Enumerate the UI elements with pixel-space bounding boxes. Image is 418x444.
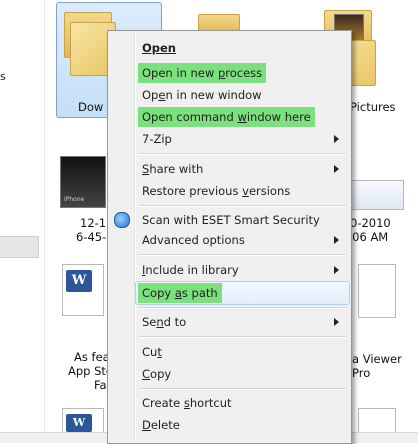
menu-item-restore-previous-versions[interactable]: Restore previous versions: [138, 181, 294, 201]
file-label: 0-2010: [350, 216, 391, 230]
menu-item-open[interactable]: Open: [138, 38, 180, 58]
menu-separator: [138, 153, 346, 155]
file-label: a Viewer: [352, 352, 402, 366]
submenu-arrow-icon: [334, 165, 339, 173]
menu-item-copy-as-path[interactable]: Copy as path: [138, 283, 222, 303]
folder-label: Pictures: [350, 100, 396, 114]
menu-separator: [138, 205, 346, 207]
nav-item-label[interactable]: s: [0, 70, 6, 83]
file-label: As fea: [74, 350, 110, 364]
menu-item-advanced-options[interactable]: Advanced options: [138, 230, 249, 250]
menu-item-open-new-process[interactable]: Open in new process: [138, 63, 267, 83]
submenu-arrow-icon: [334, 236, 339, 244]
menu-item-eset-scan[interactable]: Scan with ESET Smart Security: [138, 210, 324, 230]
submenu-arrow-icon: [334, 266, 339, 274]
menu-item-cut[interactable]: Cut: [138, 342, 166, 362]
file-label: Fa: [94, 378, 107, 392]
menu-separator: [138, 307, 346, 309]
file-label: 6-45-: [76, 230, 107, 244]
document-icon[interactable]: [358, 264, 396, 318]
file-label: -06 AM: [348, 230, 389, 244]
menu-item-7zip[interactable]: 7-Zip: [138, 129, 176, 149]
pane-divider[interactable]: [44, 0, 45, 442]
eset-shield-icon: [114, 212, 130, 228]
submenu-arrow-icon: [334, 135, 339, 143]
menu-item-open-new-window[interactable]: Open in new window: [138, 85, 266, 105]
menu-item-share-with[interactable]: Share with: [138, 159, 207, 179]
file-label: 12-1: [80, 216, 107, 230]
folder-label: Dow: [78, 100, 104, 114]
thumbnail-caption: iPhone: [64, 196, 85, 203]
menu-item-open-command-window[interactable]: Open command window here: [138, 107, 315, 127]
word-badge: W: [66, 414, 92, 432]
file-label: Pro: [352, 366, 371, 380]
menu-separator: [138, 336, 346, 338]
menu-item-send-to[interactable]: Send to: [138, 312, 190, 332]
menu-item-delete[interactable]: Delete: [138, 415, 184, 435]
spreadsheet-thumbnail[interactable]: [348, 180, 404, 210]
menu-separator: [138, 254, 346, 256]
menu-separator: [138, 388, 346, 390]
menu-item-create-shortcut[interactable]: Create shortcut: [138, 393, 236, 413]
menu-icon-gutter: [134, 33, 136, 441]
submenu-arrow-icon: [334, 318, 339, 326]
word-badge: W: [66, 270, 92, 292]
context-menu: Open Open in new process Open in new win…: [107, 30, 352, 444]
menu-item-copy[interactable]: Copy: [138, 364, 175, 384]
nav-selected-item[interactable]: [0, 236, 39, 258]
navigation-pane: [0, 0, 44, 442]
menu-item-include-in-library[interactable]: Include in library: [138, 260, 243, 280]
